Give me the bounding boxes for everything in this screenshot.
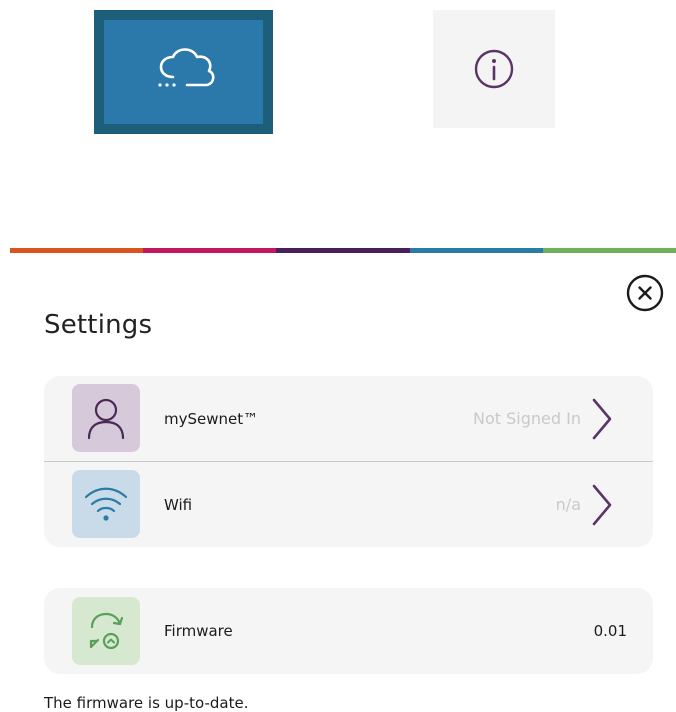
cloud-icon bbox=[157, 48, 215, 87]
stripe-segment bbox=[542, 248, 676, 253]
page-title: Settings bbox=[44, 310, 153, 340]
chevron-right-icon bbox=[592, 484, 612, 526]
firmware-version: 0.01 bbox=[593, 622, 627, 640]
wifi-status: n/a bbox=[555, 495, 581, 514]
mysewnet-status: Not Signed In bbox=[473, 409, 581, 428]
cloud-button[interactable] bbox=[94, 10, 273, 134]
cloud-button-inner bbox=[104, 20, 263, 124]
stripe-segment bbox=[143, 248, 277, 253]
firmware-status-text: The firmware is up-to-date. bbox=[44, 694, 249, 712]
info-icon bbox=[474, 49, 514, 89]
stripe-segment bbox=[10, 248, 144, 253]
close-button[interactable] bbox=[623, 271, 667, 315]
chevron-right-icon bbox=[592, 398, 612, 440]
close-icon bbox=[626, 274, 664, 312]
firmware-label: Firmware bbox=[164, 622, 233, 640]
mysewnet-label: mySewnet™ bbox=[164, 409, 259, 428]
stripe-segment bbox=[409, 248, 543, 253]
wifi-tile bbox=[72, 470, 140, 538]
settings-card: mySewnet™ Not Signed In Wifi n/a bbox=[44, 376, 653, 547]
firmware-row: Firmware 0.01 bbox=[44, 588, 653, 674]
firmware-tile bbox=[72, 597, 140, 665]
brand-stripe bbox=[10, 248, 676, 253]
mysewnet-tile bbox=[72, 384, 140, 452]
info-button[interactable] bbox=[433, 10, 555, 128]
stripe-segment bbox=[276, 248, 410, 253]
settings-row-mysewnet[interactable]: mySewnet™ Not Signed In bbox=[44, 376, 653, 461]
person-icon bbox=[87, 398, 125, 440]
wifi-label: Wifi bbox=[164, 495, 193, 514]
wifi-icon bbox=[84, 487, 128, 521]
firmware-card: Firmware 0.01 bbox=[44, 588, 653, 674]
settings-row-wifi[interactable]: Wifi n/a bbox=[44, 462, 653, 547]
firmware-update-icon bbox=[89, 612, 124, 650]
